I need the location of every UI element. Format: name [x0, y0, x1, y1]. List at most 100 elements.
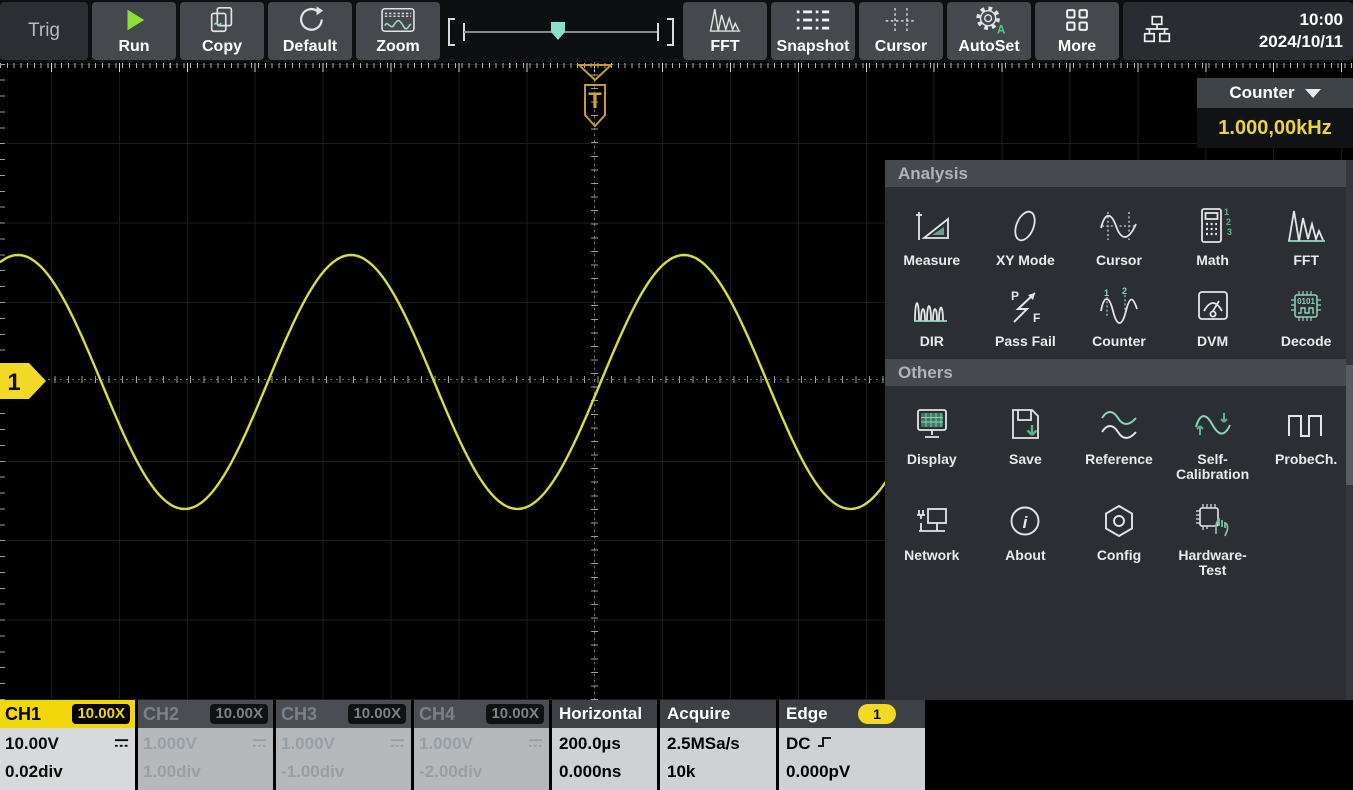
menu-item-pass-fail[interactable]: P F Pass Fail: [979, 268, 1073, 349]
menu-item-fft[interactable]: FFT: [1259, 187, 1353, 268]
menu-item-cursor[interactable]: Cursor: [1072, 187, 1166, 268]
ch1-level-marker[interactable]: 1: [0, 362, 48, 400]
menu-item-measure[interactable]: Measure: [885, 187, 979, 268]
menu-item-probe-check[interactable]: ProbeCh.: [1259, 386, 1353, 482]
svg-text:3: 3: [1227, 227, 1232, 237]
menu-item-counter[interactable]: 1 2 Counter: [1072, 268, 1166, 349]
xy-mode-icon: [1005, 203, 1045, 249]
ch4-probe-badge: 10.00X: [486, 704, 544, 724]
svg-text:A: A: [997, 24, 1005, 36]
clock: 10:00 2024/10/11: [1259, 9, 1343, 53]
fft-menu-icon: [1285, 203, 1327, 249]
copy-label: Copy: [202, 37, 242, 57]
run-button[interactable]: Run: [92, 2, 176, 60]
channel-box-ch1[interactable]: CH1 10.00X 10.00V 0.02div: [0, 700, 135, 790]
menu-item-label: About: [1005, 548, 1045, 563]
menu-item-label: Counter: [1092, 334, 1146, 349]
trigger-box[interactable]: Edge 1 DC 0.000pV: [779, 700, 925, 790]
analysis-title: Analysis: [898, 164, 968, 184]
trig-label: Trig: [28, 20, 60, 42]
dvm-icon: [1192, 284, 1234, 330]
acquire-box[interactable]: Acquire 2.5MSa/s 10k: [660, 700, 776, 790]
fft-icon: [708, 2, 742, 37]
ch3-probe-badge: 10.00X: [348, 704, 406, 724]
trig-button[interactable]: Trig: [0, 2, 88, 60]
channel-box-ch3[interactable]: CH3 10.00X 1.000V -1.00div: [276, 700, 411, 790]
about-icon: i: [1005, 498, 1045, 544]
menu-item-about[interactable]: i About: [979, 482, 1073, 578]
dc-coupling-icon: [251, 734, 268, 754]
menu-item-decode[interactable]: 0101 Decode: [1259, 268, 1353, 349]
measure-icon: [911, 203, 953, 249]
cursor-button[interactable]: Cursor: [859, 2, 943, 60]
menu-item-label: Measure: [903, 253, 960, 268]
ch4-offset: -2.00div: [419, 762, 482, 782]
snapshot-icon: [795, 2, 831, 37]
menu-item-dir[interactable]: DIR: [885, 268, 979, 349]
channel-box-ch4[interactable]: CH4 10.00X 1.000V -2.00div: [414, 700, 549, 790]
status-info-block: 10:00 2024/10/11: [1123, 2, 1353, 60]
menu-item-math[interactable]: 1 2 3 Math: [1166, 187, 1260, 268]
counter-dropdown[interactable]: Counter: [1197, 78, 1353, 108]
others-row-1: Display Save: [885, 386, 1353, 482]
svg-text:2: 2: [1226, 217, 1231, 227]
menu-scrollbar[interactable]: [1346, 160, 1353, 707]
zoom-button[interactable]: Zoom: [356, 2, 440, 60]
autoset-icon: A: [973, 2, 1005, 37]
menu-item-save[interactable]: Save: [979, 386, 1073, 482]
fft-button[interactable]: FFT: [683, 2, 767, 60]
copy-button[interactable]: Copy: [180, 2, 264, 60]
menu-item-xy-mode[interactable]: XY Mode: [979, 187, 1073, 268]
sample-rate-value: 2.5MSa/s: [667, 734, 740, 754]
chevron-down-icon: [1305, 89, 1321, 98]
menu-item-network[interactable]: Network: [885, 482, 979, 578]
menu-item-hardware-test[interactable]: Hardware-Test: [1166, 482, 1260, 578]
menu-item-label: Decode: [1281, 334, 1332, 349]
menu-scrollbar-thumb[interactable]: [1346, 365, 1353, 485]
ch2-name: CH2: [143, 704, 179, 725]
menu-spacer-cell: [1259, 482, 1353, 578]
svg-text:2: 2: [1122, 287, 1127, 296]
menu-item-self-calibration[interactable]: Self-Calibration: [1166, 386, 1260, 482]
config-icon: [1098, 498, 1140, 544]
menu-item-label: Hardware-Test: [1169, 548, 1257, 578]
dc-coupling-icon: [527, 734, 544, 754]
slider-thumb[interactable]: [551, 22, 565, 40]
default-button[interactable]: Default: [268, 2, 352, 60]
network-icon: [911, 498, 953, 544]
cursor-icon: [884, 2, 918, 37]
ch4-name: CH4: [419, 704, 455, 725]
channel-box-ch2[interactable]: CH2 10.00X 1.000V 1.00div: [138, 700, 273, 790]
horizontal-position-slider[interactable]: [446, 2, 676, 60]
menu-item-display[interactable]: Display: [885, 386, 979, 482]
snapshot-button[interactable]: Snapshot: [771, 2, 855, 60]
decode-icon: 0101: [1285, 284, 1327, 330]
slider-right-bracket: [667, 18, 674, 46]
run-label: Run: [118, 37, 149, 57]
more-button[interactable]: More: [1035, 2, 1119, 60]
trigger-position-marker[interactable]: T: [576, 63, 614, 129]
pass-fail-icon: P F: [1004, 284, 1046, 330]
menu-item-dvm[interactable]: DVM: [1166, 268, 1260, 349]
counter-title: Counter: [1229, 83, 1294, 103]
menu-item-config[interactable]: Config: [1072, 482, 1166, 578]
dc-coupling-icon: [389, 734, 406, 754]
others-title: Others: [898, 363, 953, 383]
more-label: More: [1058, 37, 1096, 57]
ch4-volts: 1.000V: [419, 734, 473, 754]
reference-icon: [1097, 402, 1141, 448]
horizontal-box[interactable]: Horizontal 200.0µs 0.000ns: [552, 700, 657, 790]
dir-icon: [911, 284, 953, 330]
math-icon: 1 2 3: [1192, 203, 1234, 249]
autoset-button[interactable]: A AutoSet: [947, 2, 1031, 60]
menu-item-label: ProbeCh.: [1275, 452, 1337, 467]
dc-coupling-icon: [113, 734, 130, 754]
svg-text:i: i: [1023, 513, 1029, 532]
ch1-name: CH1: [5, 704, 41, 725]
menu-item-reference[interactable]: Reference: [1072, 386, 1166, 482]
menu-item-label: Display: [907, 452, 957, 467]
probe-check-icon: [1284, 402, 1328, 448]
hardware-test-icon: [1192, 498, 1234, 544]
more-menu-panel: Analysis Measure XY: [885, 160, 1353, 707]
svg-text:1: 1: [1104, 288, 1109, 298]
